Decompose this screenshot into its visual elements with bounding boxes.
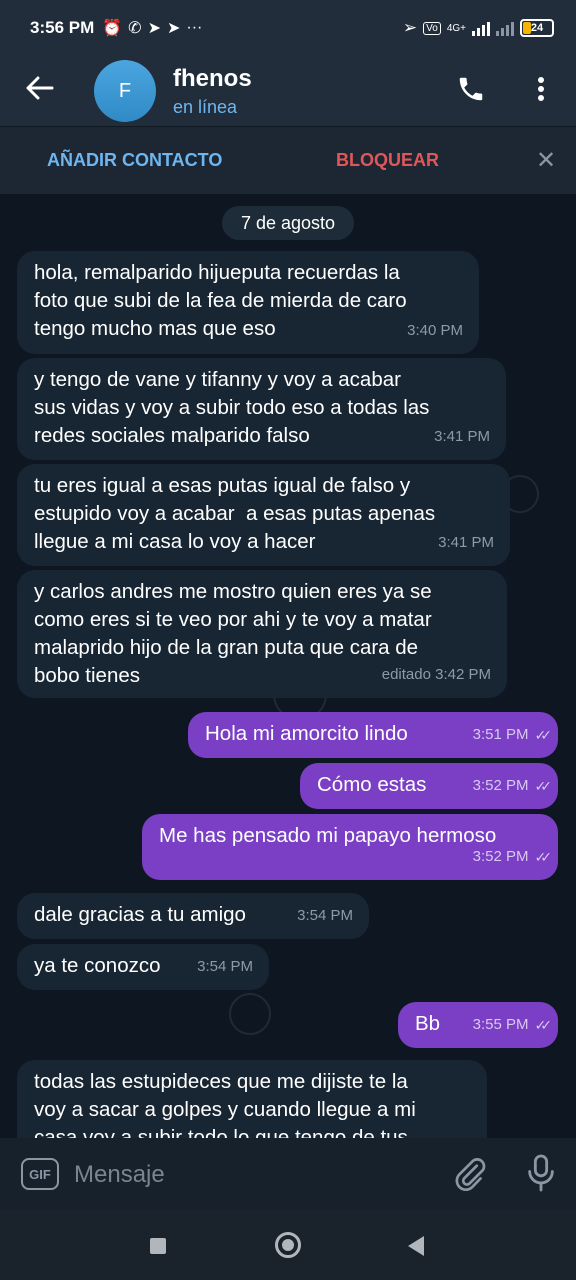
message-input[interactable] (74, 1158, 434, 1192)
more-vertical-icon[interactable] (506, 76, 576, 107)
gif-button[interactable]: GIF (21, 1158, 59, 1190)
microphone-icon[interactable] (524, 1153, 558, 1198)
add-contact-button[interactable]: AÑADIR CONTACTO (47, 150, 222, 171)
battery-level: 24 (530, 22, 544, 34)
message-time: 3:41 PM (438, 534, 494, 551)
double-check-icon: ✓✓ (534, 778, 553, 794)
contact-info[interactable]: fhenos en línea (173, 65, 436, 118)
incoming-message[interactable]: y carlos andres me mostro quien eres ya … (17, 570, 507, 698)
incoming-message[interactable]: hola, remalparido hijueputa recuerdas la… (17, 251, 479, 354)
double-check-icon: ✓✓ (534, 1017, 553, 1033)
message-time: 3:41 PM (434, 428, 490, 445)
message-time: 3:54 PM (197, 958, 253, 975)
incoming-message[interactable]: tu eres igual a esas putas igual de fals… (17, 464, 510, 566)
message-text: tu eres igual a esas putas igual de fals… (34, 474, 436, 553)
phone-icon[interactable] (436, 74, 506, 109)
location-icon: ➢ (402, 18, 418, 37)
double-check-icon: ✓✓ (534, 849, 553, 865)
outgoing-message[interactable]: Hola mi amorcito lindo 3:51 PM ✓✓ (188, 712, 558, 758)
avatar-letter: F (118, 79, 132, 102)
message-time: 3:52 PM (472, 777, 529, 794)
message-time: 3:40 PM (407, 322, 463, 339)
message-text: Me has pensado mi papayo hermoso (159, 824, 497, 847)
outgoing-message[interactable]: Me has pensado mi papayo hermoso 3:52 PM… (142, 814, 558, 880)
message-text: dale gracias a tu amigo (34, 903, 246, 926)
contact-status: en línea (173, 96, 238, 117)
incoming-message[interactable]: ya te conozco 3:54 PM (17, 944, 269, 990)
system-icons: ➢ Vo 4G+ 24 (403, 18, 554, 38)
signal-icon (472, 20, 490, 36)
notification-icons: ⏰ ✆ ➤ ➤ ··· (102, 18, 202, 38)
system-navigation-bar (0, 1210, 576, 1280)
chat-header: F fhenos en línea (0, 56, 576, 126)
status-bar: 3:56 PM ⏰ ✆ ➤ ➤ ··· ➢ Vo 4G+ 24 (0, 0, 576, 56)
message-time: 3:54 PM (297, 907, 353, 924)
battery-icon: 24 (520, 19, 554, 37)
outgoing-message[interactable]: Cómo estas 3:52 PM ✓✓ (300, 763, 558, 809)
more-icon: ··· (186, 19, 203, 36)
avatar[interactable]: F (94, 60, 156, 122)
status-time: 3:56 PM (30, 18, 95, 37)
close-icon[interactable]: ✕ (536, 146, 556, 175)
message-time: 3:52 PM (472, 848, 529, 865)
message-text: y tengo de vane y tifanny y voy a acabar… (34, 368, 430, 447)
message-text: Cómo estas (317, 773, 427, 796)
message-text: y carlos andres me mostro quien eres ya … (34, 580, 432, 687)
outgoing-message[interactable]: Bb 3:55 PM ✓✓ (398, 1002, 558, 1048)
arrow-left-icon[interactable] (0, 74, 80, 108)
message-text: hola, remalparido hijueputa recuerdas la… (34, 261, 407, 340)
telegram-icon: ➤ (147, 20, 161, 37)
whatsapp-icon: ✆ (128, 20, 142, 37)
message-text: Bb (415, 1012, 441, 1035)
block-button[interactable]: BLOQUEAR (336, 150, 439, 171)
unknown-contact-bar: AÑADIR CONTACTO BLOQUEAR ✕ (0, 126, 576, 194)
paperclip-icon[interactable] (452, 1156, 488, 1197)
double-check-icon: ✓✓ (534, 727, 553, 743)
incoming-message[interactable]: y tengo de vane y tifanny y voy a acabar… (17, 358, 506, 460)
message-time: 3:51 PM (472, 726, 529, 743)
alarm-icon: ⏰ (102, 20, 123, 37)
back-triangle-icon[interactable] (408, 1236, 424, 1256)
home-circle-icon[interactable] (275, 1232, 301, 1258)
telegram-icon: ➤ (166, 20, 181, 37)
recents-square-icon[interactable] (150, 1238, 166, 1254)
network-4g-icon: 4G+ (446, 22, 466, 34)
message-composer: GIF (0, 1138, 576, 1210)
signal-icon (496, 20, 514, 36)
message-text: ya te conozco (34, 954, 161, 977)
message-text: todas las estupideces que me dijiste te … (34, 1070, 416, 1138)
message-list[interactable]: 7 de agosto hola, remalparido hijueputa … (0, 194, 576, 1138)
message-time: 3:55 PM (472, 1016, 529, 1033)
message-time: editado 3:42 PM (381, 666, 491, 683)
incoming-message[interactable]: dale gracias a tu amigo 3:54 PM (17, 893, 369, 939)
incoming-message[interactable]: todas las estupideces que me dijiste te … (17, 1060, 487, 1138)
date-separator: 7 de agosto (222, 206, 354, 240)
message-text: Hola mi amorcito lindo (205, 722, 408, 745)
contact-name: fhenos (173, 64, 252, 92)
volte-icon: Vo (423, 21, 441, 35)
